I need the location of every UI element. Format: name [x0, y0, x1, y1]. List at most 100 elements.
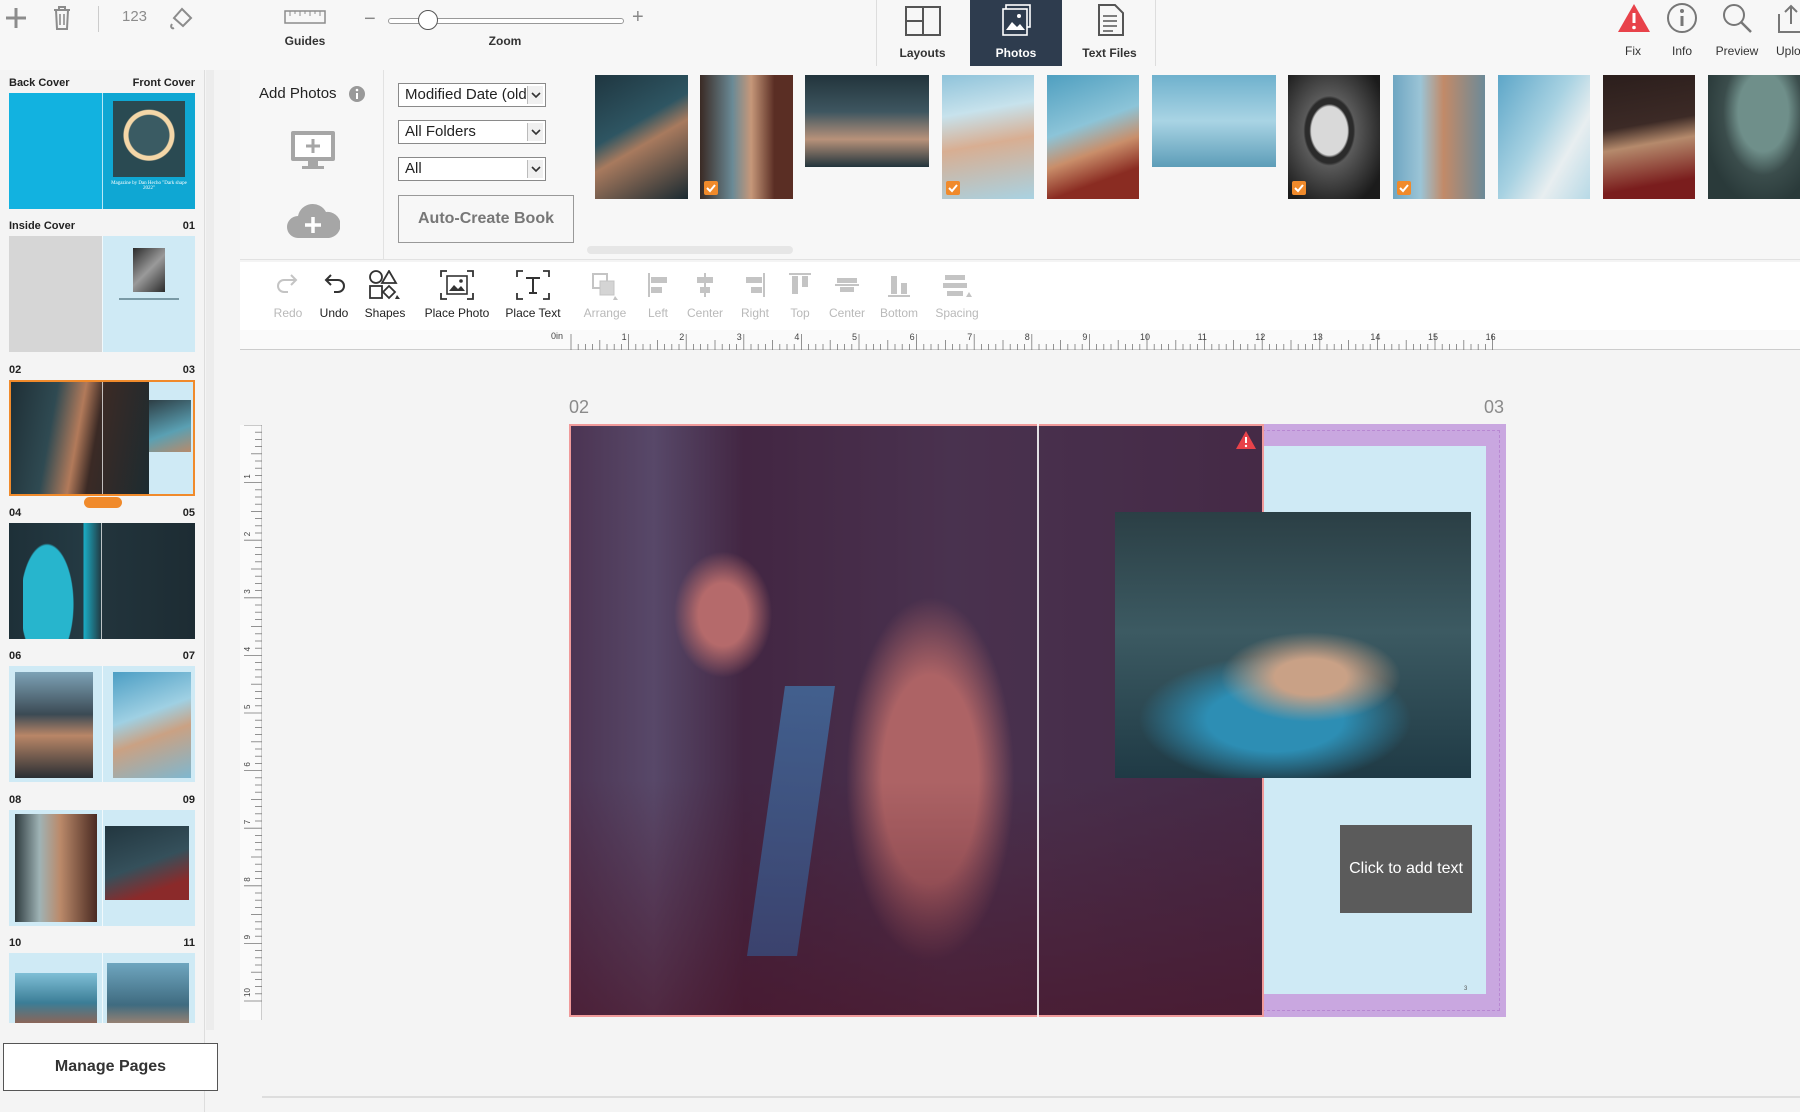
photo-thumbnail[interactable] [942, 75, 1034, 199]
tab-layouts[interactable]: Layouts [876, 0, 968, 66]
ruler-mark-label: 15 [1428, 332, 1438, 342]
align-middle-button[interactable]: Center [822, 262, 872, 330]
tab-text-files[interactable]: Text Files [1064, 0, 1156, 66]
ruler-origin-label: 0in [551, 331, 564, 341]
ruler-icon[interactable] [284, 10, 326, 24]
tool-label: Left [647, 306, 668, 320]
align-right-button[interactable]: Right [732, 262, 778, 330]
photo-thumbnail[interactable] [595, 75, 688, 199]
redo-icon [276, 272, 300, 294]
cloud-upload-icon[interactable] [286, 200, 340, 240]
ruler-mark-label: 3 [737, 332, 742, 342]
spacing-icon [941, 272, 973, 298]
place-text-button[interactable]: Place Text [500, 262, 566, 330]
cover-photo [113, 101, 185, 177]
selected-check-icon[interactable] [1397, 181, 1411, 195]
warning-icon [1617, 2, 1651, 34]
tab-photos[interactable]: Photos [970, 0, 1062, 66]
undo-button[interactable]: Undo [314, 262, 354, 330]
place-photo-button[interactable]: Place Photo [422, 262, 492, 330]
zoom-in-button[interactable]: + [632, 6, 644, 29]
ruler-mark-label: 2 [243, 531, 252, 536]
page-photo [149, 400, 191, 452]
page-photo [15, 672, 93, 778]
redo-button[interactable]: Redo [268, 262, 308, 330]
preview-button[interactable]: Preview [1707, 0, 1767, 66]
computer-upload-icon[interactable] [290, 130, 336, 170]
shapes-button[interactable]: Shapes [362, 262, 408, 330]
page-panel-scrollbar[interactable] [206, 70, 214, 1030]
tab-label: Text Files [1082, 46, 1137, 60]
spread-thumbnail-cover[interactable]: Magazine by Dan Hecho "Dark shape 2022" [9, 93, 195, 209]
spread-left-label: Inside Cover [9, 220, 76, 232]
tool-label: Center [686, 306, 724, 320]
photo-thumbnail[interactable] [1047, 75, 1139, 199]
spread-thumbnail[interactable] [9, 953, 195, 1023]
info-icon[interactable] [348, 85, 366, 103]
spread-thumbnail[interactable] [9, 523, 195, 639]
page-numbering-toggle[interactable]: 123 [122, 8, 147, 25]
spread-gutter-line [1037, 424, 1039, 1017]
photo-thumbnail[interactable] [1708, 75, 1800, 199]
tool-label: Place Photo [424, 306, 490, 320]
ruler-mark-label: 8 [243, 877, 252, 882]
photo-thumbnail[interactable] [805, 75, 929, 167]
photo-thumbnail[interactable] [1288, 75, 1380, 199]
sort-select-value: Modified Date (old [405, 86, 527, 103]
horizontal-ruler: 1 2 3 4 5 6 7 8 9 10 11 12 13 14 15 16 0in [240, 330, 1800, 350]
fill-icon[interactable] [168, 4, 196, 32]
spread-divider [102, 953, 103, 1023]
sort-select[interactable]: Modified Date (old [398, 83, 546, 107]
secondary-photo-frame[interactable] [1115, 512, 1471, 778]
canvas-bottom-edge [262, 1096, 1800, 1098]
zoom-out-button[interactable]: − [364, 8, 376, 31]
spread-thumbnail-selected[interactable] [9, 380, 195, 496]
spread-divider [102, 382, 103, 494]
info-button[interactable]: Info [1652, 0, 1712, 66]
spread-right-label: 03 [182, 364, 195, 376]
selected-check-icon[interactable] [1292, 181, 1306, 195]
spread-thumbnail-inside-cover[interactable] [9, 236, 195, 352]
auto-create-book-button[interactable]: Auto-Create Book [398, 195, 574, 243]
photo-thumbnail[interactable] [1152, 75, 1276, 167]
align-bottom-button[interactable]: Bottom [874, 262, 924, 330]
photo-thumbnail[interactable] [1603, 75, 1695, 199]
trash-icon[interactable] [50, 4, 74, 32]
tool-label: Bottom [879, 306, 918, 320]
folder-select[interactable]: All Folders [398, 120, 546, 144]
spread-photo [11, 382, 149, 494]
align-right-icon [743, 272, 767, 298]
selected-check-icon[interactable] [704, 181, 718, 195]
align-center-button[interactable]: Center [680, 262, 730, 330]
spacing-button[interactable]: Spacing [928, 262, 986, 330]
filter-select[interactable]: All [398, 157, 546, 181]
photo-thumbnail[interactable] [1393, 75, 1485, 199]
selected-check-icon[interactable] [946, 181, 960, 195]
spread-right-label: 09 [182, 794, 195, 806]
spread-photo [23, 523, 83, 639]
photo-thumbnail[interactable] [700, 75, 793, 199]
align-left-button[interactable]: Left [638, 262, 678, 330]
add-text-box[interactable]: Click to add text [1340, 825, 1472, 913]
text-file-icon [1098, 4, 1124, 36]
page-photo [15, 973, 97, 1023]
arrange-button[interactable]: Arrange [580, 262, 630, 330]
photos-icon [1002, 4, 1032, 36]
manage-pages-button[interactable]: Manage Pages [3, 1043, 218, 1091]
folder-select-value: All Folders [405, 123, 476, 140]
cover-title: Magazine by Dan Hecho "Dark shape 2022" [111, 181, 187, 191]
zoom-slider-handle[interactable] [418, 10, 439, 30]
spread-left-label: 08 [9, 794, 22, 806]
upload-button[interactable]: Uplo [1770, 0, 1800, 66]
photo-thumbnail[interactable] [1498, 75, 1590, 199]
shapes-icon [369, 270, 401, 300]
spread-thumbnail[interactable] [9, 666, 195, 782]
align-top-button[interactable]: Top [782, 262, 818, 330]
add-icon[interactable] [4, 6, 28, 30]
spread-thumbnail[interactable] [9, 810, 195, 926]
info-label: Info [1671, 44, 1692, 58]
warning-icon[interactable] [1235, 430, 1257, 450]
inside-cover-page [9, 236, 102, 352]
spread-header: 08 09 [9, 794, 195, 806]
photo-strip-scrollbar[interactable] [587, 246, 793, 254]
